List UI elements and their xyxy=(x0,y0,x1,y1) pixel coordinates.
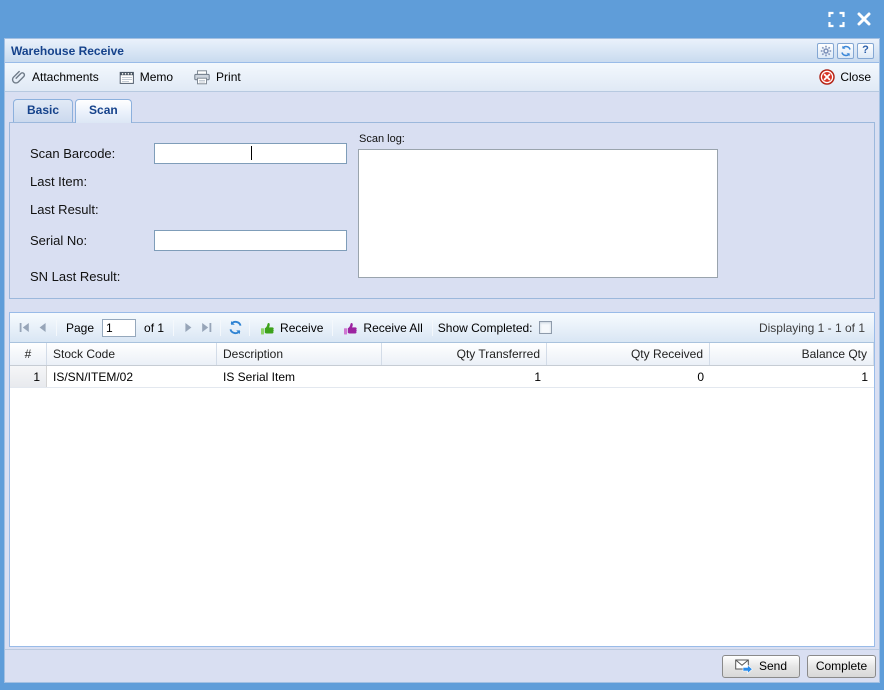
scan-barcode-label: Scan Barcode: xyxy=(30,146,116,161)
row-number-cell: 1 xyxy=(10,366,47,387)
print-label: Print xyxy=(216,70,241,84)
toolbar-separator xyxy=(56,319,57,336)
column-header-num[interactable]: # xyxy=(10,343,47,365)
dialog-toolbar: Attachments Memo Print Close xyxy=(5,63,879,92)
toolbar-separator xyxy=(431,319,433,336)
show-completed-label: Show Completed: xyxy=(437,320,533,335)
column-header-qty-transferred[interactable]: Qty Transferred xyxy=(382,343,547,365)
gear-icon xyxy=(820,45,832,57)
grid-toolbar: Page of 1 xyxy=(10,313,874,343)
prev-page-icon xyxy=(36,321,49,334)
items-grid-panel: Page of 1 xyxy=(9,312,875,647)
last-page-button[interactable] xyxy=(197,319,215,337)
thumbs-up-purple-icon xyxy=(342,320,358,336)
settings-button[interactable] xyxy=(817,42,834,59)
thumbs-up-green-icon xyxy=(259,320,275,336)
page-of-label: of 1 xyxy=(144,320,165,335)
show-completed-checkbox[interactable] xyxy=(538,321,552,334)
scan-log-label: Scan log: xyxy=(359,133,405,145)
next-page-button[interactable] xyxy=(179,319,197,337)
maximize-icon[interactable] xyxy=(826,10,846,28)
attachments-label: Attachments xyxy=(32,70,99,84)
window-controls xyxy=(826,10,874,28)
scan-log-textarea[interactable] xyxy=(358,149,718,278)
receive-button[interactable]: Receive xyxy=(255,320,327,336)
column-header-qty-received[interactable]: Qty Received xyxy=(547,343,710,365)
last-item-label: Last Item: xyxy=(30,174,88,189)
toolbar-separator xyxy=(249,319,251,336)
last-page-icon xyxy=(200,321,213,334)
toolbar-separator xyxy=(173,319,175,336)
titlebar-buttons: ? xyxy=(817,42,874,59)
dialog-footer: Send Complete xyxy=(5,649,879,682)
first-page-icon xyxy=(18,321,31,334)
refresh-panel-button[interactable] xyxy=(837,42,854,59)
column-header-description[interactable]: Description xyxy=(217,343,382,365)
help-button[interactable]: ? xyxy=(857,42,874,59)
toolbar-separator xyxy=(332,319,334,336)
toolbar-separator xyxy=(220,319,222,336)
column-header-balance-qty[interactable]: Balance Qty xyxy=(710,343,874,365)
first-page-button[interactable] xyxy=(15,319,33,337)
memo-label: Memo xyxy=(139,70,174,84)
serial-no-input[interactable] xyxy=(154,230,347,251)
column-header-stock-code[interactable]: Stock Code xyxy=(47,343,217,365)
complete-button[interactable]: Complete xyxy=(807,654,876,678)
tabstrip: Basic Scan xyxy=(5,92,879,123)
receive-all-label: Receive All xyxy=(363,320,423,335)
scan-form-panel: Scan Barcode: Last Item: Last Result: Se… xyxy=(9,122,875,299)
scan-barcode-field-wrap xyxy=(154,143,347,164)
warehouse-receive-dialog: Warehouse Receive ? Attachments Memo Pri… xyxy=(4,38,880,683)
receive-label: Receive xyxy=(280,320,324,335)
prev-page-button[interactable] xyxy=(33,319,51,337)
send-label: Send xyxy=(758,659,788,673)
qty-transferred-cell: 1 xyxy=(534,369,541,384)
print-button[interactable]: Print xyxy=(193,69,241,85)
stock-code-cell: IS/SN/ITEM/02 xyxy=(53,369,134,384)
send-envelope-icon xyxy=(735,659,753,674)
close-window-icon[interactable] xyxy=(854,10,874,28)
memo-button[interactable]: Memo xyxy=(119,70,173,85)
page-number-input[interactable] xyxy=(102,318,137,337)
qty-received-cell: 0 xyxy=(697,369,704,384)
close-red-icon xyxy=(819,69,836,85)
dialog-titlebar: Warehouse Receive ? xyxy=(5,39,879,63)
serial-no-label: Serial No: xyxy=(30,233,88,248)
last-result-label: Last Result: xyxy=(30,202,99,217)
close-dialog-button[interactable]: Close xyxy=(819,69,871,85)
application-window: Warehouse Receive ? Attachments Memo Pri… xyxy=(0,0,884,690)
scan-barcode-input[interactable] xyxy=(154,143,347,164)
next-page-icon xyxy=(182,321,195,334)
send-button[interactable]: Send xyxy=(722,654,800,678)
grid-header: # Stock Code Description Qty Transferred… xyxy=(10,343,874,366)
balance-qty-cell: 1 xyxy=(861,369,868,384)
printer-icon xyxy=(193,69,211,85)
tab-basic[interactable]: Basic xyxy=(13,99,74,122)
close-label: Close xyxy=(840,70,871,84)
receive-all-button[interactable]: Receive All xyxy=(338,320,426,336)
refresh-icon xyxy=(228,320,243,335)
displaying-status: Displaying 1 - 1 of 1 xyxy=(758,320,865,335)
help-icon: ? xyxy=(862,44,869,56)
attachments-button[interactable]: Attachments xyxy=(11,69,99,85)
paperclip-icon xyxy=(11,69,27,85)
refresh-grid-button[interactable] xyxy=(226,319,244,337)
page-label: Page xyxy=(66,320,95,335)
complete-label: Complete xyxy=(815,659,868,673)
table-row[interactable]: 1 IS/SN/ITEM/02 IS Serial Item 1 0 1 xyxy=(10,366,874,388)
tab-scan[interactable]: Scan xyxy=(75,99,132,123)
description-cell: IS Serial Item xyxy=(223,369,296,384)
sn-last-result-label: SN Last Result: xyxy=(30,269,121,284)
refresh-icon xyxy=(840,45,852,57)
dialog-title: Warehouse Receive xyxy=(11,43,124,58)
serial-no-field-wrap xyxy=(154,230,347,251)
memo-icon xyxy=(119,70,135,85)
